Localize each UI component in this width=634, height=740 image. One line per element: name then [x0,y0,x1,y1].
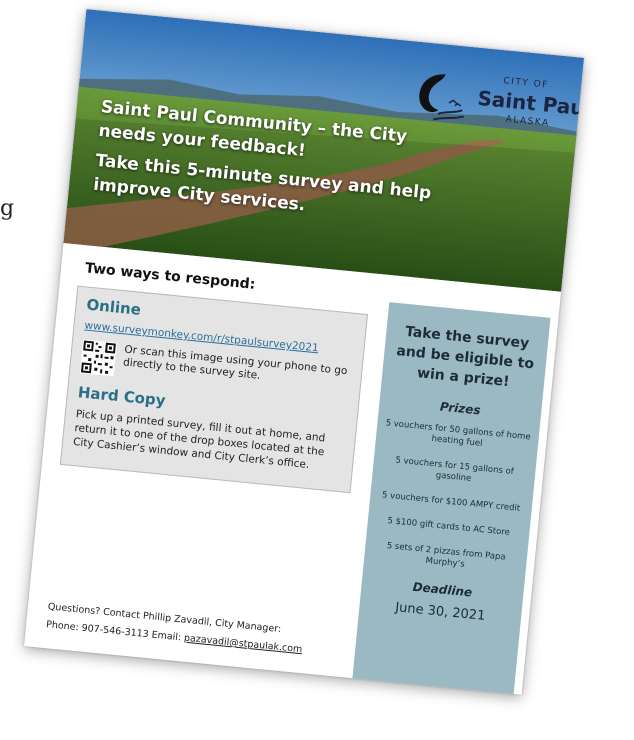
prize-item: 5 vouchers for $100 AMPY credit [381,490,521,514]
seal-wave-icon [419,74,465,121]
prize-item: 5 vouchers for 15 gallons of gasoline [394,455,515,484]
prize-item: 5 $100 gift cards to AC Store [387,515,511,538]
qr-code-icon[interactable] [79,339,118,377]
prize-item: 5 vouchers for 50 gallons of home heatin… [385,418,532,449]
prize-panel: Take the survey and be eligible to win a… [351,302,551,695]
contact-info: Questions? Contact Phillip Zavadil, City… [45,598,305,659]
response-box: Online www.surveymonkey.com/r/stpaulsurv… [59,285,369,494]
response-options: Two ways to respond: Online www.surveymo… [59,260,369,494]
prize-panel-title: Take the survey and be eligible to win a… [395,323,535,391]
logo-city-name: Saint Paul [476,85,585,121]
survey-flyer: Saint Paul Community – the City needs yo… [23,9,585,695]
background-text-fragment: g [0,196,15,221]
logo-state: ALASKA [505,114,551,129]
prize-item: 5 sets of 2 pizzas from Papa Murphy’s [386,541,507,570]
prizes-heading: Prizes [439,399,482,418]
hero-photo: Saint Paul Community – the City needs yo… [63,9,584,292]
